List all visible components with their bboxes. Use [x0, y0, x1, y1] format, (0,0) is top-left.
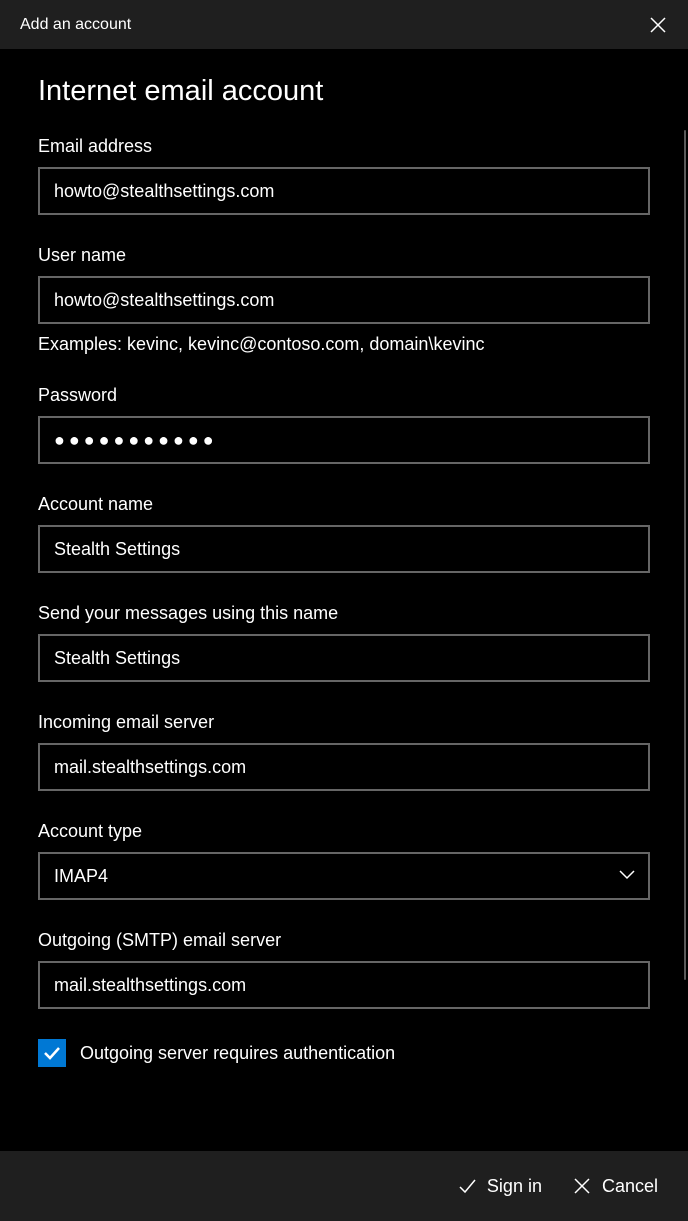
send-name-label: Send your messages using this name	[38, 603, 650, 624]
username-label: User name	[38, 245, 650, 266]
outgoing-server-input[interactable]	[38, 961, 650, 1009]
account-type-field-group: Account type	[38, 821, 650, 900]
scrollbar[interactable]	[684, 130, 686, 980]
account-name-label: Account name	[38, 494, 650, 515]
account-type-label: Account type	[38, 821, 650, 842]
footer: Sign in Cancel	[0, 1151, 688, 1221]
close-icon	[650, 17, 666, 33]
send-name-field-group: Send your messages using this name	[38, 603, 650, 682]
account-name-field-group: Account name	[38, 494, 650, 573]
email-field-group: Email address	[38, 136, 650, 215]
incoming-server-field-group: Incoming email server	[38, 712, 650, 791]
checkmark-icon	[457, 1176, 477, 1196]
cancel-label: Cancel	[602, 1176, 658, 1197]
outgoing-auth-label: Outgoing server requires authentication	[80, 1043, 395, 1064]
email-label: Email address	[38, 136, 650, 157]
incoming-server-input[interactable]	[38, 743, 650, 791]
page-title: Internet email account	[38, 75, 650, 108]
password-input[interactable]	[38, 416, 650, 464]
username-input[interactable]	[38, 276, 650, 324]
checkmark-icon	[42, 1043, 62, 1063]
outgoing-server-field-group: Outgoing (SMTP) email server	[38, 930, 650, 1009]
window-title: Add an account	[20, 16, 131, 34]
username-field-group: User name Examples: kevinc, kevinc@conto…	[38, 245, 650, 355]
username-hint: Examples: kevinc, kevinc@contoso.com, do…	[38, 334, 650, 355]
password-label: Password	[38, 385, 650, 406]
outgoing-auth-checkbox[interactable]	[38, 1039, 66, 1067]
signin-label: Sign in	[487, 1176, 542, 1197]
close-icon	[572, 1176, 592, 1196]
titlebar: Add an account	[0, 0, 688, 50]
account-name-input[interactable]	[38, 525, 650, 573]
outgoing-server-label: Outgoing (SMTP) email server	[38, 930, 650, 951]
signin-button[interactable]: Sign in	[457, 1176, 542, 1197]
close-button[interactable]	[648, 15, 668, 35]
outgoing-auth-row: Outgoing server requires authentication	[38, 1039, 650, 1067]
account-type-select[interactable]	[38, 852, 650, 900]
password-field-group: Password	[38, 385, 650, 464]
email-input[interactable]	[38, 167, 650, 215]
incoming-server-label: Incoming email server	[38, 712, 650, 733]
content-area: Internet email account Email address Use…	[0, 50, 688, 1151]
cancel-button[interactable]: Cancel	[572, 1176, 658, 1197]
send-name-input[interactable]	[38, 634, 650, 682]
